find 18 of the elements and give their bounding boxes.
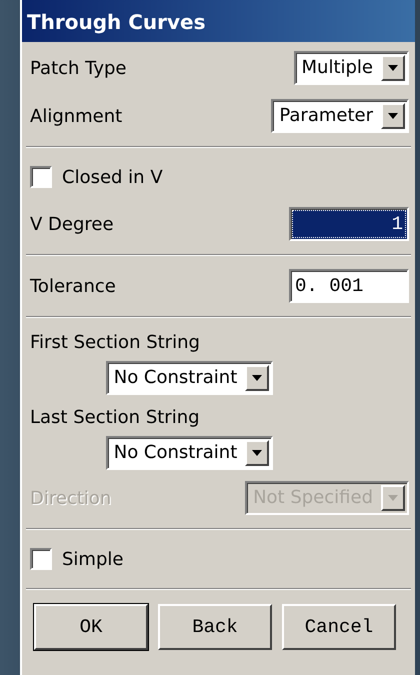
field-label: Alignment bbox=[30, 106, 122, 126]
field-label: Patch Type bbox=[30, 58, 127, 78]
input-field[interactable]: 0. 001 bbox=[289, 269, 409, 303]
field-label: V Degree bbox=[30, 214, 114, 234]
input-field[interactable]: 1 bbox=[289, 207, 409, 241]
section-label: Last Section String bbox=[30, 407, 200, 428]
section-label: First Section String bbox=[30, 332, 200, 353]
dialog-button[interactable]: Back bbox=[158, 604, 272, 650]
dropdown[interactable]: Multiple bbox=[294, 51, 409, 85]
checkbox[interactable]: Closed in V bbox=[30, 154, 409, 200]
dialog-button[interactable]: Cancel bbox=[282, 604, 396, 650]
field-label: Tolerance bbox=[30, 276, 116, 296]
dropdown[interactable]: No Constraint bbox=[106, 436, 274, 470]
dropdown[interactable]: Parameter bbox=[271, 99, 409, 133]
dropdown[interactable]: No Constraint bbox=[106, 361, 274, 395]
dialog-button[interactable]: OK bbox=[34, 604, 148, 650]
window-title: Through Curves bbox=[22, 0, 415, 42]
checkbox[interactable]: Simple bbox=[30, 536, 409, 582]
